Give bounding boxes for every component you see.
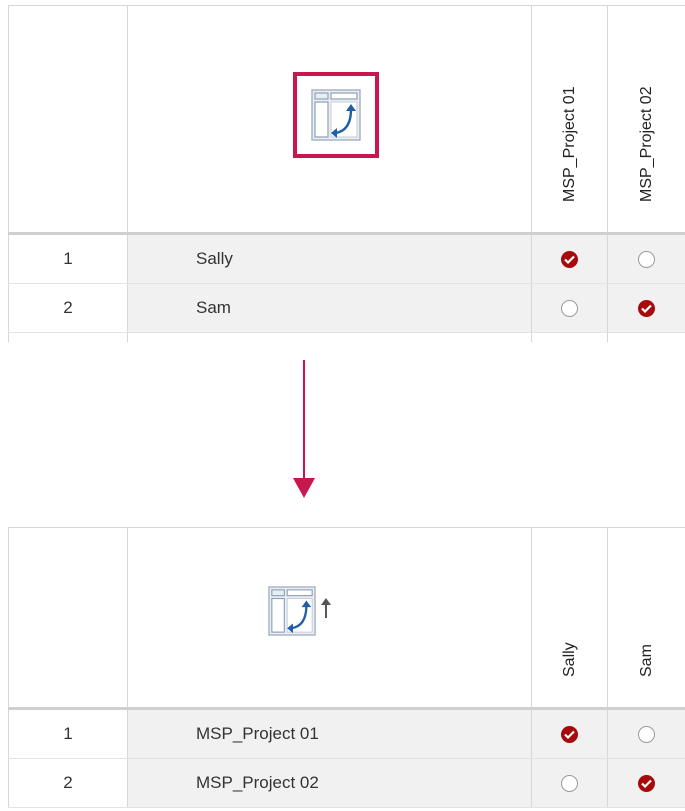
row-check-cell[interactable]: [608, 710, 685, 758]
header-column-cell[interactable]: Sam: [608, 528, 685, 707]
grid-line: [8, 333, 128, 342]
row-number: 1: [8, 235, 128, 283]
row-check-cell[interactable]: [532, 235, 608, 283]
header-name-cell: [128, 6, 532, 232]
table-row[interactable]: 1 MSP_Project 01: [8, 710, 685, 759]
grid-line: [128, 333, 532, 342]
row-name: Sam: [128, 284, 532, 332]
grid-before: MSP_Project 01 MSP_Project 02 1 Sally 2 …: [8, 5, 685, 342]
table-row[interactable]: 2 MSP_Project 02: [8, 759, 685, 808]
row-name: MSP_Project 02: [128, 759, 532, 807]
header-column-cell[interactable]: Sally: [532, 528, 608, 707]
column-header-label: Sally: [560, 642, 578, 677]
header-row-number-cell: [8, 528, 128, 707]
pivot-table-icon[interactable]: [268, 586, 316, 636]
row-name: Sally: [128, 235, 532, 283]
column-header-label: MSP_Project 02: [637, 86, 655, 202]
header-name-cell: [128, 528, 532, 707]
row-check-cell[interactable]: [608, 235, 685, 283]
pivot-table-icon[interactable]: [311, 89, 361, 141]
check-circle-icon[interactable]: [638, 774, 655, 792]
radio-empty-icon[interactable]: [638, 725, 655, 743]
grid-after-header: Sally Sam: [8, 527, 685, 707]
grid-line: [532, 333, 608, 342]
header-column-cell[interactable]: MSP_Project 01: [532, 6, 608, 232]
header-column-cell[interactable]: MSP_Project 02: [608, 6, 685, 232]
table-row[interactable]: 1 Sally: [8, 235, 685, 284]
pivot-button-highlight: [293, 72, 379, 158]
table-row[interactable]: 2 Sam: [8, 284, 685, 333]
column-header-label: MSP_Project 01: [560, 86, 578, 202]
check-circle-icon[interactable]: [561, 250, 578, 268]
grid-before-header: MSP_Project 01 MSP_Project 02: [8, 5, 685, 232]
column-header-label: Sam: [637, 644, 655, 677]
header-row-number-cell: [8, 6, 128, 232]
row-check-cell[interactable]: [532, 759, 608, 807]
row-name: MSP_Project 01: [128, 710, 532, 758]
check-circle-icon[interactable]: [638, 299, 655, 317]
row-check-cell[interactable]: [532, 284, 608, 332]
row-number: 1: [8, 710, 128, 758]
row-number: 2: [8, 284, 128, 332]
radio-empty-icon[interactable]: [561, 774, 578, 792]
radio-empty-icon[interactable]: [561, 299, 578, 317]
row-number: 2: [8, 759, 128, 807]
row-check-cell[interactable]: [532, 710, 608, 758]
check-circle-icon[interactable]: [561, 725, 578, 743]
arrow-down-icon: [293, 360, 315, 498]
row-check-cell[interactable]: [608, 284, 685, 332]
row-continuation: [8, 333, 685, 342]
row-check-cell[interactable]: [608, 759, 685, 807]
sort-ascending-icon[interactable]: [320, 597, 332, 619]
radio-empty-icon[interactable]: [638, 250, 655, 268]
grid-after: Sally Sam 1 MSP_Project 01 2 MSP_Project…: [8, 527, 685, 811]
